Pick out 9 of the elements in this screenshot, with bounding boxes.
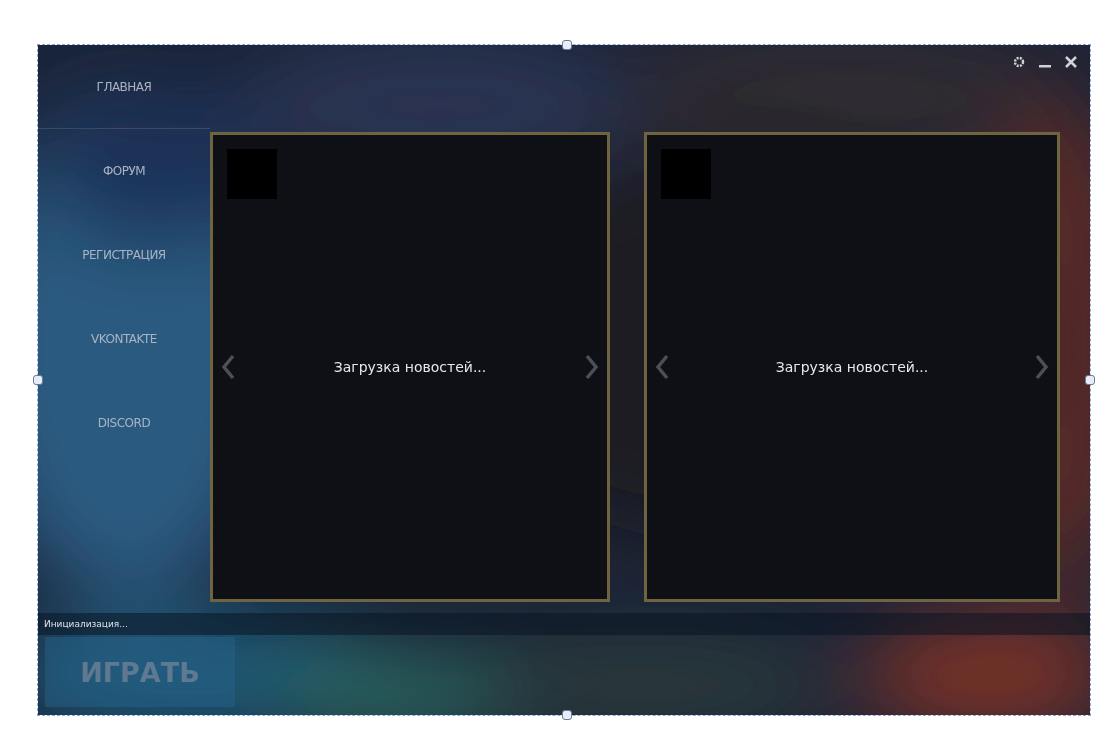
loading-text: Загрузка новостей... bbox=[775, 359, 929, 375]
settings-icon[interactable] bbox=[1012, 55, 1026, 69]
status-text: Инициализация... bbox=[44, 619, 128, 629]
nav-link[interactable]: ГЛАВНАЯ bbox=[38, 45, 210, 129]
nav-link[interactable]: РЕГИСТРАЦИЯ bbox=[38, 213, 210, 297]
nav-link[interactable]: DISCORD bbox=[38, 381, 210, 465]
loading-text: Загрузка новостей... bbox=[333, 359, 487, 375]
close-icon[interactable] bbox=[1064, 55, 1078, 69]
nav-link[interactable]: VKONTAKTE bbox=[38, 297, 210, 381]
